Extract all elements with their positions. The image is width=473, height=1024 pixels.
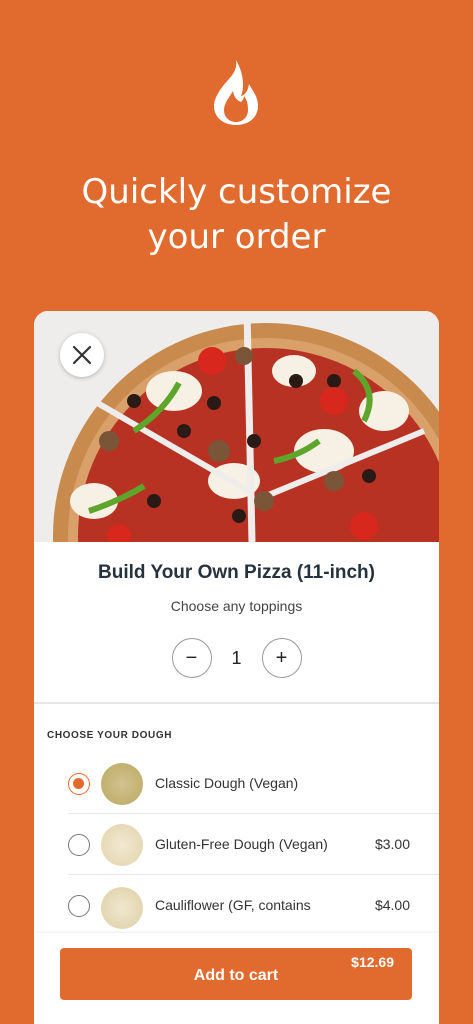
close-button[interactable]: [60, 333, 104, 377]
dough-option-price: $4.00: [374, 897, 410, 913]
dough-option-label: Gluten-Free Dough (Vegan): [155, 836, 328, 852]
item-subtitle: Choose any toppings: [170, 598, 303, 614]
radio-unselected[interactable]: [68, 834, 90, 856]
radio-unselected[interactable]: [68, 895, 90, 917]
dough-option-cauliflower[interactable]: Cauliflower (GF, contains $4.00: [68, 875, 439, 936]
section-divider: [34, 702, 439, 704]
dough-option-price: $3.00: [374, 836, 410, 852]
cauliflower-dough-thumbnail: [101, 887, 143, 929]
dough-option-gluten-free[interactable]: Gluten-Free Dough (Vegan) $3.00: [68, 814, 439, 875]
close-icon: [72, 345, 92, 365]
add-to-cart-button[interactable]: $12.69 Add to cart: [60, 948, 412, 1000]
add-to-cart-label: Add to cart: [193, 967, 279, 984]
dough-option-label: Classic Dough (Vegan): [155, 775, 299, 791]
headline-line-1: Quickly customize: [81, 172, 392, 212]
radio-selected[interactable]: [68, 773, 90, 795]
dough-option-classic[interactable]: Classic Dough (Vegan): [68, 753, 439, 814]
promo-headline: Quickly customize your order: [0, 170, 473, 260]
classic-dough-thumbnail: [101, 763, 143, 805]
dough-options: Classic Dough (Vegan) Gluten-Free Dough …: [34, 753, 439, 936]
dough-option-label: Cauliflower (GF, contains: [155, 897, 311, 913]
gluten-free-dough-thumbnail: [101, 824, 143, 866]
increment-button[interactable]: +: [261, 638, 302, 678]
quantity-stepper: − 1 +: [34, 638, 439, 678]
pizza-image: [34, 311, 439, 542]
quantity-value: 1: [231, 647, 242, 668]
item-title: Build Your Own Pizza (11-inch): [98, 562, 375, 583]
decrement-button[interactable]: −: [171, 638, 212, 678]
dough-section-label: CHOOSE YOUR DOUGH: [47, 730, 173, 741]
item-card: Build Your Own Pizza (11-inch) Choose an…: [34, 311, 439, 1024]
cart-bar: $12.69 Add to cart: [34, 933, 439, 1024]
flame-icon: [214, 60, 258, 125]
headline-line-2: your order: [147, 217, 326, 257]
